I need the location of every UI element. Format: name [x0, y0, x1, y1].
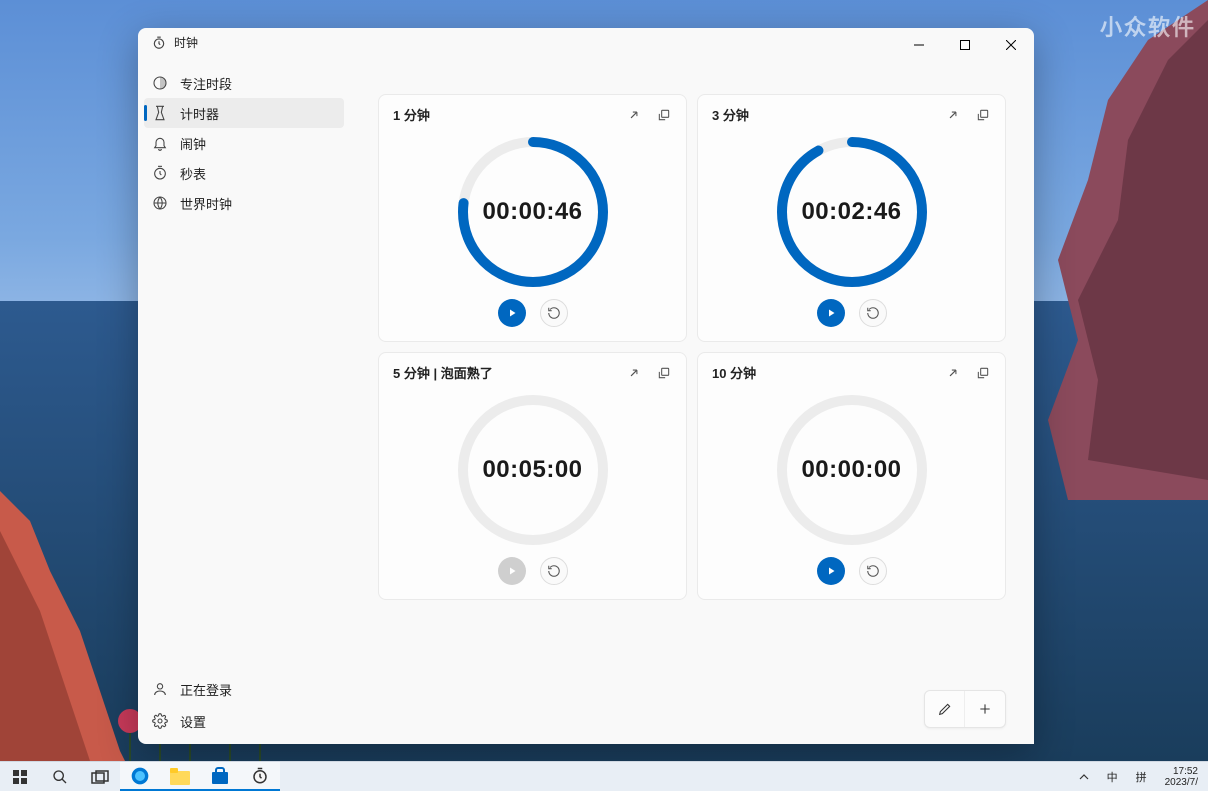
- sidebar-item-label: 正在登录: [180, 680, 232, 699]
- sidebar-item-label: 设置: [180, 712, 206, 731]
- timer-dial: 00:00:00: [772, 390, 932, 550]
- timer-dial: 00:00:46: [453, 132, 613, 292]
- sidebar: 专注时段计时器闹钟秒表世界时钟 正在登录设置: [138, 60, 350, 744]
- edit-button[interactable]: [925, 691, 965, 727]
- timer-time-display: 00:00:00: [772, 390, 932, 550]
- sidebar-item-world[interactable]: 世界时钟: [144, 188, 344, 218]
- titlebar[interactable]: 时钟: [138, 28, 1034, 60]
- timer-time-display: 00:05:00: [453, 390, 613, 550]
- user-icon: [152, 681, 168, 697]
- taskview-button[interactable]: [80, 762, 120, 791]
- timer-time-display: 00:02:46: [772, 132, 932, 292]
- close-button[interactable]: [988, 30, 1034, 60]
- taskbar-clock[interactable]: [240, 762, 280, 791]
- mountain-right-decoration: [1028, 0, 1208, 500]
- maximize-button[interactable]: [942, 30, 988, 60]
- sidebar-item-label: 闹钟: [180, 134, 206, 153]
- sidebar-item-timer[interactable]: 计时器: [144, 98, 344, 128]
- world-icon: [152, 195, 168, 211]
- timer-icon: [152, 105, 168, 121]
- timer-dial: 00:02:46: [772, 132, 932, 292]
- timer-card[interactable]: 3 分钟 00:02:46: [697, 94, 1006, 342]
- tray-date-text: 2023/7/: [1165, 777, 1198, 788]
- sidebar-item-alarm[interactable]: 闹钟: [144, 128, 344, 158]
- tray-chevron-icon[interactable]: [1075, 772, 1093, 782]
- tray-time-text: 17:52: [1173, 766, 1198, 777]
- sidebar-item-label: 专注时段: [180, 74, 232, 93]
- sidebar-item-label: 秒表: [180, 164, 206, 183]
- sidebar-item-settings[interactable]: 设置: [144, 706, 344, 736]
- window-title: 时钟: [174, 34, 198, 51]
- sidebar-item-focus[interactable]: 专注时段: [144, 68, 344, 98]
- tray-ime-mode[interactable]: 拼: [1132, 769, 1151, 785]
- timer-card[interactable]: 1 分钟 00:00:46: [378, 94, 687, 342]
- taskbar-edge[interactable]: [120, 762, 160, 791]
- tray-clock[interactable]: 17:52 2023/7/: [1161, 766, 1202, 788]
- app-icon: [152, 36, 166, 50]
- timer-time-display: 00:00:46: [453, 132, 613, 292]
- start-button[interactable]: [0, 762, 40, 791]
- taskbar[interactable]: 中 拼 17:52 2023/7/: [0, 761, 1208, 791]
- sidebar-item-user[interactable]: 正在登录: [144, 674, 344, 704]
- timer-card[interactable]: 5 分钟 | 泡面熟了 00:05:00: [378, 352, 687, 600]
- sidebar-item-label: 世界时钟: [180, 194, 232, 213]
- content-area: 1 分钟 00:00:46 3 分钟: [350, 60, 1034, 744]
- sidebar-item-label: 计时器: [180, 104, 219, 123]
- add-button[interactable]: [965, 691, 1005, 727]
- taskbar-explorer[interactable]: [160, 762, 200, 791]
- alarm-icon: [152, 135, 168, 151]
- focus-icon: [152, 75, 168, 91]
- sidebar-item-stopwatch[interactable]: 秒表: [144, 158, 344, 188]
- search-button[interactable]: [40, 762, 80, 791]
- tray-ime-lang[interactable]: 中: [1103, 769, 1122, 785]
- minimize-button[interactable]: [896, 30, 942, 60]
- watermark-text: 小众软件: [1100, 10, 1196, 42]
- stopwatch-icon: [152, 165, 168, 181]
- timer-card[interactable]: 10 分钟 00:00:00: [697, 352, 1006, 600]
- action-pill: [924, 690, 1006, 728]
- taskbar-store[interactable]: [200, 762, 240, 791]
- settings-icon: [152, 713, 168, 729]
- clock-app-window: 时钟 专注时段计时器闹钟秒表世界时钟 正在登录设置 1 分钟: [138, 28, 1034, 744]
- timer-dial: 00:05:00: [453, 390, 613, 550]
